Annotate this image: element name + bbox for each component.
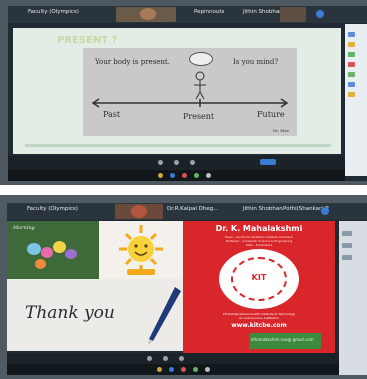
timeline-present: Present [183, 112, 215, 121]
institute-emblem: KIT [219, 249, 299, 309]
toolbar-label-1: Faculty (Olympics) [27, 206, 78, 212]
participant-thumbnail[interactable] [115, 204, 163, 219]
sun-smiley-icon [119, 225, 163, 275]
participants-panel [345, 24, 367, 176]
taskbar-app-icon[interactable] [194, 173, 199, 178]
shared-slide: PRESENT ? Your body is present. Is you m… [13, 28, 341, 154]
participant-thumbnail[interactable] [116, 7, 176, 22]
slide-progress-strip [25, 144, 331, 147]
pin-icon[interactable] [321, 207, 329, 215]
panel-chip[interactable] [348, 62, 355, 67]
taskbar-app-icon[interactable] [193, 367, 198, 372]
taskbar-app-icon[interactable] [157, 367, 162, 372]
toolbar-label-3: Jithin Shobhan [243, 206, 283, 212]
taskbar-app-icon[interactable] [169, 367, 174, 372]
meeting-control-bar [8, 156, 345, 181]
toolbar-label-2: Pepinnouts [194, 9, 225, 15]
smiley-tile [99, 221, 183, 279]
meeting-photo-bottom: Faculty (Olympics) Dr.R.Kalpal Dheg... J… [0, 195, 367, 379]
toolbar-label-1: Faculty (Olympics) [28, 9, 79, 15]
taskbar-app-icon[interactable] [206, 173, 211, 178]
toolbar-label-2: Dr.R.Kalpal Dheg... [167, 206, 219, 212]
card-line-3: Kalvi - Koinbatore [245, 243, 273, 247]
emblem-text: KIT [251, 273, 267, 282]
control-icon[interactable] [179, 356, 184, 361]
tile-caption: Morning [13, 225, 35, 231]
panel-chip[interactable] [348, 52, 355, 57]
timeline-past: Past [103, 110, 121, 119]
taskbar-app-icon[interactable] [181, 367, 186, 372]
slide-image: Your body is present. Is you mind? Past [83, 48, 297, 136]
card-email: drkmalakshmi.cse@ gmail.com [251, 337, 314, 342]
panel-chip[interactable] [342, 255, 352, 260]
toolbar-label-3: Jithin Shobhan [243, 9, 283, 15]
control-icon[interactable] [147, 356, 152, 361]
slide-credit: Dr. Mee [273, 128, 290, 133]
flower-shape [35, 259, 46, 269]
flower-shape [41, 247, 53, 258]
panel-chip[interactable] [342, 243, 352, 248]
taskbar [8, 170, 345, 181]
panel-chip[interactable] [348, 72, 355, 77]
panel-chip[interactable] [342, 231, 352, 236]
meeting-control-bar [7, 353, 339, 375]
flower-shape [27, 243, 41, 255]
morning-flowers-tile: Morning [7, 221, 99, 279]
thank-you-text: Thank you [25, 303, 115, 323]
panel-chip[interactable] [348, 92, 355, 97]
taskbar-app-icon[interactable] [158, 173, 163, 178]
taskbar-app-icon[interactable] [205, 367, 210, 372]
participant-face [131, 205, 147, 218]
pen-icon [148, 287, 181, 345]
taskbar-app-icon[interactable] [170, 173, 175, 178]
taskbar [7, 364, 339, 375]
pin-icon[interactable] [316, 10, 324, 18]
flower-shape [65, 249, 77, 259]
control-icon[interactable] [158, 160, 163, 165]
panel-chip[interactable] [348, 32, 355, 37]
meeting-action-button[interactable] [260, 159, 276, 165]
card-place: An Autonomous Institution [239, 316, 279, 320]
panel-chip[interactable] [348, 82, 355, 87]
taskbar-app-icon[interactable] [182, 173, 187, 178]
timeline-future: Future [257, 110, 285, 119]
card-email-box: drkmalakshmi.cse@ gmail.com [249, 333, 321, 349]
card-website: www.kitcbe.com [231, 322, 287, 329]
card-name: Dr. K. Mahalakshmi [215, 224, 303, 233]
timeline-drawing [91, 71, 289, 108]
control-icon[interactable] [190, 160, 195, 165]
control-icon[interactable] [174, 160, 179, 165]
meeting-toolbar: Faculty (Olympics) Pepinnouts Jithin Sho… [8, 6, 367, 23]
monitor-screen: Faculty (Olympics) Pepinnouts Jithin Sho… [8, 6, 367, 181]
participant-thumbnail[interactable] [280, 7, 306, 22]
slide-heading: PRESENT ? [57, 35, 118, 46]
participant-face [140, 8, 156, 20]
control-icon[interactable] [163, 356, 168, 361]
meeting-toolbar: Faculty (Olympics) Dr.R.Kalpal Dheg... J… [7, 203, 367, 220]
flower-shape [53, 241, 66, 253]
monitor-screen: Faculty (Olympics) Dr.R.Kalpal Dheg... J… [7, 203, 367, 375]
panel-chip[interactable] [348, 42, 355, 47]
profile-card: Dr. K. Mahalakshmi Dean - Centre for Rob… [183, 221, 335, 353]
meeting-photo-top: Faculty (Olympics) Pepinnouts Jithin Sho… [0, 0, 367, 185]
participants-panel [339, 221, 367, 375]
thank-you-tile: Thank you [7, 279, 183, 351]
